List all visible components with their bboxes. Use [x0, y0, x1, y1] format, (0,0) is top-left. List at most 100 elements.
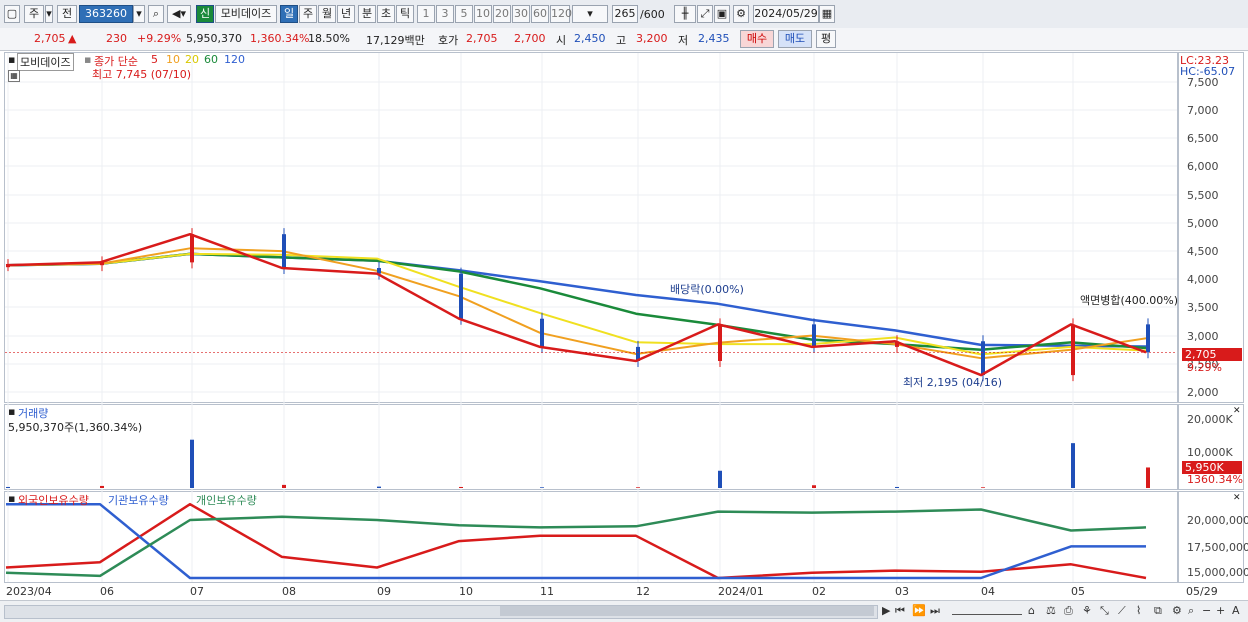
x-tick: 11 [540, 585, 554, 598]
y-tick: 17,500,000 [1187, 541, 1248, 554]
y-tick: 6,500 [1187, 132, 1219, 145]
high-annotation: 최고 7,745 (07/10) [92, 68, 192, 81]
zoom-out-icon[interactable]: − [1202, 604, 1211, 617]
ma-20-line [5, 252, 1147, 356]
ma-60-line [5, 252, 1147, 351]
y-tick: 3,500 [1187, 301, 1219, 314]
candle-body [812, 324, 816, 347]
print-icon[interactable]: ⎙ [1064, 604, 1073, 618]
grid-toggle-icon[interactable]: ▦ [8, 70, 20, 82]
chart-canvas [5, 53, 1177, 582]
zoom-slider[interactable] [952, 604, 1022, 615]
y-tick: 7,500 [1187, 76, 1219, 89]
fib-icon[interactable]: ⌇ [1136, 604, 1141, 617]
x-tick: 2023/04 [6, 585, 52, 598]
individual-holdings-legend: 개인보유수량 [196, 494, 257, 507]
volume-bar [812, 485, 816, 488]
candle-body [459, 273, 463, 319]
volume-ratio-badge: 1360.34% [1187, 473, 1243, 486]
fast-forward-icon[interactable]: ⏩ [912, 604, 926, 617]
y-tick: 5,500 [1187, 189, 1219, 202]
ma-120-label: 120 [224, 53, 245, 66]
scroll-bar[interactable]: ▶ ⏮ ⏩ ⏭ ⌂ ⚖ ⎙ ⚘ ⤡ ⟋ ⌇ ⧉ ⚙ ⌕ − + A [0, 600, 1248, 622]
volume-bar [6, 486, 10, 488]
volume-bar [282, 484, 286, 488]
y-tick: 5,000 [1187, 217, 1219, 230]
line-icon[interactable]: ⟋ [1118, 604, 1126, 618]
price-badge: 2,705 [1182, 348, 1242, 361]
stock-name-label: 모비데이즈 [17, 53, 74, 71]
x-tick: 09 [377, 585, 391, 598]
y-tick: 3,000 [1187, 330, 1219, 343]
candle-body [1071, 324, 1075, 376]
volume-bar [540, 487, 544, 488]
x-tick: 02 [812, 585, 826, 598]
candle-body [1146, 324, 1150, 353]
ma-5-label: 5 [151, 53, 158, 66]
x-tick: 05/29 [1186, 585, 1218, 598]
panel-menu-icon[interactable]: ▪ [8, 53, 15, 66]
ma-60-label: 60 [204, 53, 218, 66]
zoom-in-icon[interactable]: + [1216, 604, 1225, 617]
candle-body [540, 318, 544, 347]
x-tick: 2024/01 [718, 585, 764, 598]
candle-body [282, 234, 286, 268]
dividend-annotation: 배당락(0.00%) [670, 283, 744, 296]
institution-holdings-line [6, 502, 1146, 580]
settings-icon[interactable]: ⚙ [1172, 604, 1182, 617]
end-icon[interactable]: ⏭ [930, 604, 940, 618]
volume-bar [981, 487, 985, 488]
play-icon[interactable]: ▶ [882, 604, 890, 617]
font-size-icon[interactable]: A [1232, 604, 1240, 617]
x-tick: 06 [100, 585, 114, 598]
x-tick: 07 [190, 585, 204, 598]
ma-20-label: 20 [185, 53, 199, 66]
candle-body [718, 324, 722, 361]
trend-icon[interactable]: ⤡ [1100, 604, 1109, 618]
institution-holdings-legend: 기관보유수량 [108, 494, 169, 507]
close-panel-icon[interactable]: ✕ [1233, 406, 1241, 416]
y-tick: 20,000,000 [1187, 514, 1248, 527]
y-tick: 20,000K [1187, 413, 1233, 426]
x-tick: 08 [282, 585, 296, 598]
rewind-icon[interactable]: ⏮ [895, 604, 905, 618]
compare-icon[interactable]: ⚖ [1046, 604, 1056, 617]
search-icon[interactable]: ⌕ [1188, 604, 1194, 618]
x-tick: 10 [459, 585, 473, 598]
y-tick: 15,000,000 [1187, 566, 1248, 579]
scroll-thumb[interactable] [500, 606, 874, 616]
candle-body [190, 234, 194, 263]
volume-bar [1146, 467, 1150, 488]
x-tick: 04 [981, 585, 995, 598]
foreign-holdings-legend: 외국인보유수량 [18, 494, 89, 507]
y-tick: 10,000K [1187, 446, 1233, 459]
tool-icon[interactable]: ⌂ [1028, 604, 1035, 617]
x-tick: 12 [636, 585, 650, 598]
volume-bar [377, 486, 381, 488]
panel-menu-icon[interactable]: ▪ [8, 492, 15, 505]
x-tick: 03 [895, 585, 909, 598]
merge-annotation: 액면병합(400.00%) [1080, 294, 1179, 307]
close-panel-icon[interactable]: ✕ [1233, 493, 1241, 503]
y-tick: 7,000 [1187, 104, 1219, 117]
panel-menu-icon[interactable]: ▪ [8, 405, 15, 418]
copy-icon[interactable]: ⧉ [1154, 604, 1162, 618]
volume-bar [718, 470, 722, 488]
ma-120-line [5, 252, 1147, 348]
volume-bar [895, 486, 899, 488]
pct-badge: 9.29% [1187, 361, 1222, 374]
y-tick: 4,500 [1187, 245, 1219, 258]
y-tick: 6,000 [1187, 160, 1219, 173]
indicator-icon[interactable]: ⚘ [1082, 604, 1092, 617]
ma-legend-dot: ▪ [84, 53, 92, 66]
volume-subtitle: 5,950,370주(1,360.34%) [8, 421, 143, 434]
ma-10-label: 10 [166, 53, 180, 66]
low-annotation: 최저 2,195 (04/16) [903, 376, 1003, 389]
x-tick: 05 [1071, 585, 1085, 598]
volume-bar [459, 486, 463, 488]
volume-bar [1071, 443, 1075, 488]
y-tick: 4,000 [1187, 273, 1219, 286]
volume-bar [636, 487, 640, 488]
y-tick: 2,000 [1187, 386, 1219, 399]
volume-bar [100, 485, 104, 488]
